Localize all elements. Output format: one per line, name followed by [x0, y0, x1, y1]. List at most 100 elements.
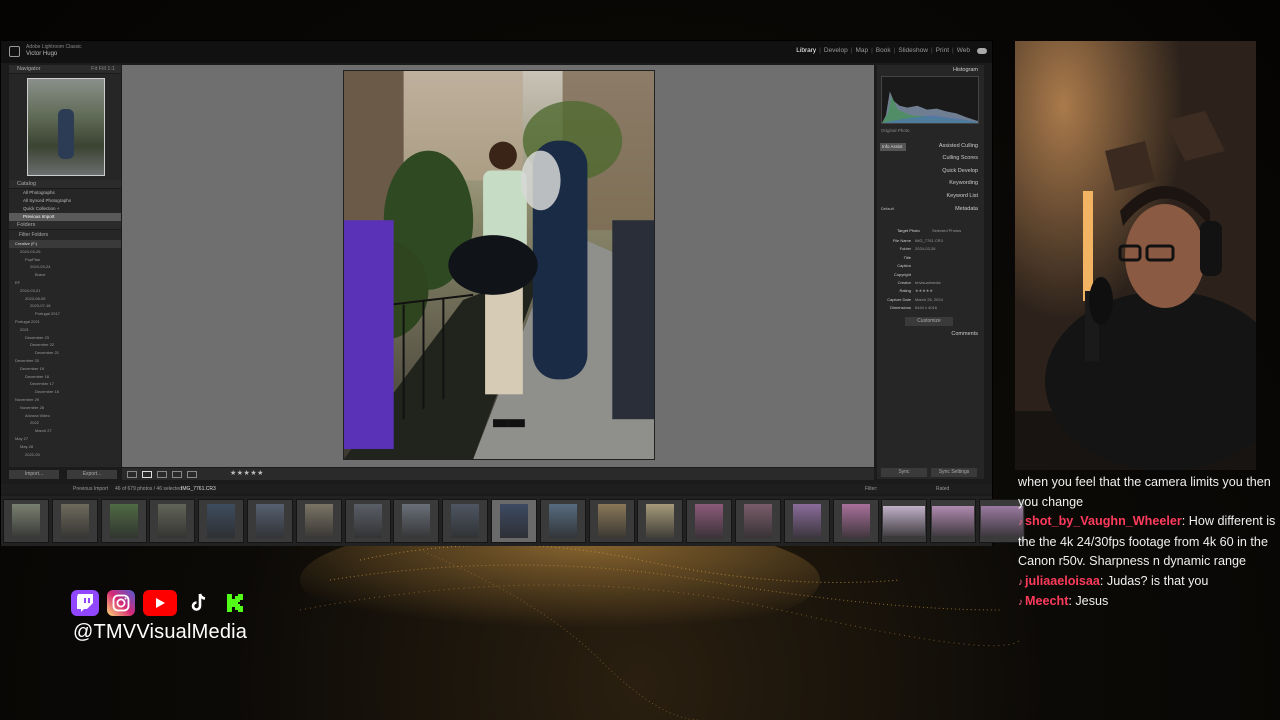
section-keywording[interactable]: Keywording [949, 180, 978, 186]
folder-item[interactable]: Brave [9, 271, 121, 279]
metadata-preset[interactable]: Default [881, 206, 894, 211]
main-photo[interactable] [343, 70, 655, 460]
metadata-row[interactable]: Title [881, 255, 915, 260]
folder-item[interactable]: 2022 [9, 419, 121, 427]
folder-item[interactable]: March 27 [9, 427, 121, 435]
metadata-row[interactable]: Folder 2024-03-26 [881, 246, 936, 251]
filmstrip-thumbnail[interactable] [51, 499, 98, 543]
metadata-row[interactable]: Dimensions 6444 x 4016 [881, 305, 937, 310]
metadata-row[interactable]: Rating ★★★★★ [881, 288, 933, 293]
filmstrip-thumbnail[interactable] [198, 499, 245, 543]
folder-item[interactable]: Creative (F:) [9, 240, 121, 248]
module-web[interactable]: Web [957, 47, 970, 54]
folder-item[interactable]: December 19 [9, 365, 121, 373]
import-button[interactable]: Import... [9, 470, 59, 479]
folder-item[interactable]: 2023-07-18 [9, 302, 121, 310]
people-view-icon[interactable] [187, 471, 197, 478]
folder-item[interactable]: 2023-08-05 [9, 295, 121, 303]
metadata-row[interactable]: Creator tmvisualmedia [881, 280, 941, 285]
filter-value[interactable]: Rated [936, 486, 949, 492]
folder-item[interactable]: May 27 [9, 435, 121, 443]
catalog-header[interactable]: Catalog [9, 180, 121, 189]
filmstrip-thumbnail[interactable] [637, 499, 684, 543]
module-book[interactable]: Book [876, 47, 891, 54]
metadata-row[interactable]: File Name IMG_7761.CR3 [881, 238, 943, 243]
filmstrip-thumbnail[interactable] [344, 499, 391, 543]
module-library[interactable]: Library [796, 47, 816, 54]
module-map[interactable]: Map [855, 47, 868, 54]
folder-item[interactable]: Portugal 2021 [9, 318, 121, 326]
section-assisted-culling[interactable]: Assisted Culling [939, 143, 978, 149]
grid-view-icon[interactable] [127, 471, 137, 478]
filmstrip-thumbnail[interactable] [832, 499, 879, 543]
folder-item[interactable]: December 21 [9, 349, 121, 357]
folder-item[interactable]: December 18 [9, 373, 121, 381]
sync-button[interactable]: Sync [881, 468, 927, 477]
cloud-sync-icon[interactable] [977, 48, 987, 54]
folder-item[interactable]: 2024-03-26 [9, 248, 121, 256]
filmstrip-thumbnail[interactable] [930, 499, 977, 543]
folder-item[interactable]: December 17 [9, 380, 121, 388]
folder-item[interactable]: November 29 [9, 396, 121, 404]
source-label[interactable]: Previous Import [73, 486, 108, 492]
filmstrip-thumbnail[interactable] [588, 499, 635, 543]
section-culling-scores[interactable]: Culling Scores [943, 155, 978, 161]
survey-view-icon[interactable] [172, 471, 182, 478]
folder-item[interactable]: November 28 [9, 404, 121, 412]
filmstrip-thumbnail[interactable] [686, 499, 733, 543]
filmstrip-thumbnail[interactable] [149, 499, 196, 543]
folder-item[interactable]: 2024-03-21 [9, 287, 121, 295]
section-quick-develop[interactable]: Quick Develop [942, 168, 978, 174]
catalog-item[interactable]: Quick Collection + [9, 205, 121, 213]
folder-item[interactable]: December 16 [9, 388, 121, 396]
section-metadata[interactable]: Metadata [955, 206, 978, 212]
folders-header[interactable]: Folders [9, 221, 121, 230]
filmstrip-thumbnail[interactable] [442, 499, 489, 543]
histogram-header[interactable]: Histogram [953, 67, 978, 73]
module-develop[interactable]: Develop [824, 47, 848, 54]
customize-button[interactable]: Customize [905, 317, 953, 326]
filmstrip-thumbnail[interactable] [491, 499, 537, 543]
metadata-row[interactable]: Capture Date March 26, 2024 [881, 297, 943, 302]
tab-selected-photos[interactable]: Selected Photos [932, 228, 961, 233]
current-filename[interactable]: IMG_7761.CR3 [181, 486, 216, 492]
tab-target-photo[interactable]: Target Photo [897, 228, 920, 233]
module-slideshow[interactable]: Slideshow [898, 47, 928, 54]
folder-item[interactable]: PopPlan [9, 256, 121, 264]
folder-item[interactable]: May 28 [9, 443, 121, 451]
filmstrip-thumbnail[interactable] [3, 499, 49, 543]
navigator-header[interactable]: Navigator Fit Fill 1:1 [9, 65, 121, 74]
catalog-item[interactable]: All Photographs [9, 189, 121, 197]
folder-item[interactable]: 2024-03-24 [9, 263, 121, 271]
metadata-row[interactable]: Copyright [881, 272, 915, 277]
filmstrip-thumbnail[interactable] [295, 499, 342, 543]
folder-item[interactable]: 2022-05 [9, 451, 121, 459]
filmstrip-thumbnail[interactable] [393, 499, 440, 543]
catalog-item-selected[interactable]: Previous Import [9, 213, 121, 221]
export-button[interactable]: Export... [67, 470, 117, 479]
metadata-row[interactable]: Caption [881, 263, 915, 268]
section-comments[interactable]: Comments [951, 331, 978, 337]
section-keyword-list[interactable]: Keyword List [947, 193, 979, 199]
loupe-view[interactable] [122, 65, 874, 467]
loupe-view-icon[interactable] [142, 471, 152, 478]
catalog-item[interactable]: All Synced Photographs [9, 197, 121, 205]
module-print[interactable]: Print [936, 47, 949, 54]
identity-plate[interactable]: Victor Hugo [26, 51, 57, 57]
navigator-preview[interactable] [27, 78, 105, 176]
filter-folders[interactable]: Filter Folders [9, 230, 121, 240]
folder-item[interactable]: 2021 [9, 326, 121, 334]
filmstrip-thumbnail[interactable] [881, 499, 928, 543]
filmstrip-thumbnail[interactable] [735, 499, 781, 543]
rating-stars[interactable]: ★★★★★ [230, 469, 264, 477]
folder-item[interactable]: December 20 [9, 357, 121, 365]
sync-settings-button[interactable]: Sync Settings [931, 468, 977, 477]
filmstrip-thumbnail[interactable] [100, 499, 147, 543]
folder-item[interactable]: Arizona Video [9, 412, 121, 420]
folder-item[interactable]: December 23 [9, 334, 121, 342]
filmstrip-thumbnail[interactable] [247, 499, 293, 543]
folder-item[interactable]: Portugal 2017 [9, 310, 121, 318]
folder-item[interactable]: EF [9, 279, 121, 287]
filmstrip-thumbnail[interactable] [539, 499, 586, 543]
compare-view-icon[interactable] [157, 471, 167, 478]
